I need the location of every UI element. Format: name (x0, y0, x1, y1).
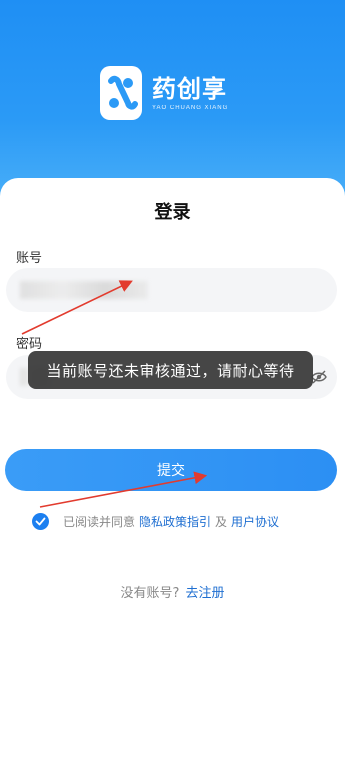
register-question: 没有账号? (120, 586, 180, 601)
privacy-policy-link[interactable]: 隐私政策指引 (139, 513, 211, 530)
brand-logo: 药创享 YAO CHUANG XIANG (100, 66, 228, 120)
password-label: 密码 (16, 337, 43, 352)
toast-message: 当前账号还未审核通过，请耐心等待 (28, 351, 313, 389)
brand-name: 药创享 (152, 75, 227, 103)
account-label: 账号 (16, 251, 43, 266)
account-value-redacted (20, 281, 148, 299)
agreement-prefix: 已阅读并同意 (63, 514, 136, 529)
logo-icon (100, 66, 142, 120)
page-title: 登录 (154, 202, 191, 223)
check-icon (35, 517, 46, 525)
agreement-and: 及 (215, 514, 228, 529)
user-agreement-link[interactable]: 用户协议 (231, 513, 279, 530)
agreement-checkbox[interactable] (32, 512, 49, 530)
eye-slash-icon[interactable] (311, 369, 327, 385)
register-link[interactable]: 去注册 (185, 586, 224, 601)
register-row: 没有账号? 去注册 (0, 582, 345, 601)
brand-subtitle: YAO CHUANG XIANG (152, 105, 229, 111)
account-input[interactable] (6, 268, 337, 312)
agreement-row: 已阅读并同意 隐私政策指引 及 用户协议 (32, 511, 283, 531)
submit-button[interactable]: 提交 (5, 449, 337, 491)
